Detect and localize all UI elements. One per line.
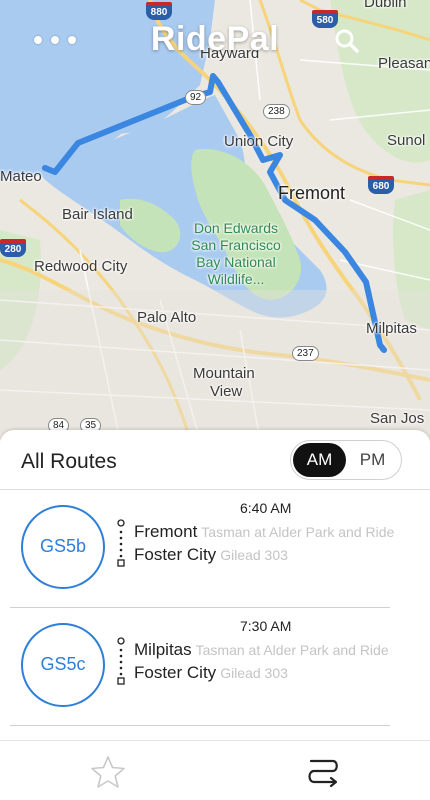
route-card[interactable]: 7:30 AM GS5c Milpitas Tasman at Alder Par… [10, 608, 390, 726]
stop-connector-icon [117, 637, 125, 685]
route-code-badge[interactable]: GS5c [21, 623, 105, 707]
destination-city: Foster City [134, 545, 217, 564]
destination-city: Foster City [134, 663, 217, 682]
route-238-shield: 238 [263, 104, 290, 119]
pm-toggle-button[interactable]: PM [346, 443, 399, 477]
route-code-badge[interactable]: GS5b [21, 505, 105, 589]
origin-city: Milpitas [134, 640, 192, 659]
map-label-sunol: Sunol [387, 132, 426, 149]
interstate-680-shield: 680 [368, 176, 394, 194]
route-237-shield: 237 [292, 346, 319, 361]
am-pm-toggle: AM PM [290, 440, 402, 480]
route-destination: Foster City Gilead 303 [134, 663, 288, 683]
map-label-view: View [210, 383, 243, 400]
map-label-milpitas: Milpitas [366, 320, 417, 337]
am-toggle-button[interactable]: AM [293, 443, 346, 477]
star-icon[interactable] [90, 755, 126, 789]
map-label-palo-alto: Palo Alto [137, 309, 197, 326]
map-label-san-mateo: Mateo [0, 168, 42, 185]
map-label-mountain: Mountain [193, 365, 255, 382]
origin-stop: Tasman at Alder Park and Ride [201, 524, 395, 540]
route-icon[interactable] [305, 755, 341, 789]
destination-stop: Gilead 303 [220, 547, 288, 563]
destination-stop: Gilead 303 [220, 665, 288, 681]
map-label-redwood-city: Redwood City [34, 258, 128, 275]
search-icon[interactable] [334, 28, 360, 54]
route-origin: Milpitas Tasman at Alder Park and Ride [134, 640, 389, 660]
interstate-280-shield: 280 [0, 239, 26, 257]
routes-panel-header: All Routes AM PM [0, 430, 430, 490]
routes-panel-title: All Routes [21, 450, 117, 473]
route-card[interactable]: 6:40 AM GS5b Fremont Tasman at Alder Park… [10, 490, 394, 608]
map-label-wildlife-refuge: Don Edwards San Francisco Bay National W… [191, 220, 281, 287]
map-label-union-city: Union City [224, 133, 294, 150]
map-label-bair-island: Bair Island [62, 206, 133, 223]
map-label-san-jose: San Jos [370, 410, 425, 427]
route-92-shield: 92 [185, 90, 207, 105]
origin-stop: Tasman at Alder Park and Ride [195, 642, 389, 658]
bottom-tab-bar [0, 740, 430, 800]
map-label-fremont: Fremont [278, 183, 346, 203]
origin-city: Fremont [134, 522, 198, 541]
app-header: RidePal [0, 0, 430, 80]
route-origin: Fremont Tasman at Alder Park and Ride [134, 522, 394, 542]
route-departure-time: 6:40 AM [240, 500, 292, 516]
route-destination: Foster City Gilead 303 [134, 545, 288, 565]
routes-panel: All Routes AM PM 6:40 AM GS5b Fremont Tas… [0, 430, 430, 740]
stop-connector-icon [117, 519, 125, 567]
app-title: RidePal [150, 20, 280, 58]
route-departure-time: 7:30 AM [240, 618, 292, 634]
